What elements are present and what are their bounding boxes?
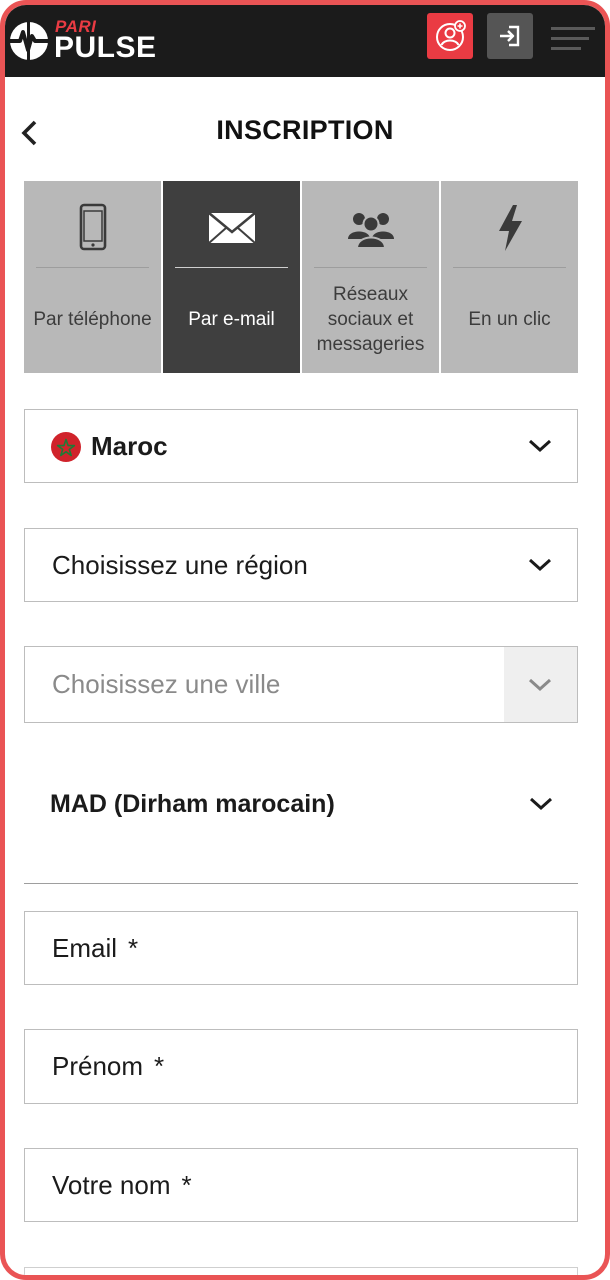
- chevron-down-icon: [528, 558, 552, 572]
- menu-icon: [551, 27, 595, 50]
- title-row: INSCRIPTION: [5, 77, 605, 183]
- envelope-icon: [207, 211, 256, 244]
- first-name-label-text: Prénom: [52, 1051, 144, 1081]
- email-field[interactable]: Email *: [24, 911, 578, 985]
- tab-label: En un clic: [468, 308, 551, 330]
- next-field-partial[interactable]: [24, 1267, 578, 1275]
- required-mark: *: [154, 1051, 165, 1081]
- city-select[interactable]: Choisissez une ville: [24, 646, 578, 723]
- logo-mark-icon: [10, 22, 48, 60]
- tab-divider: [175, 267, 288, 268]
- tab-phone[interactable]: Par téléphone: [24, 181, 163, 373]
- tab-label: Réseaux sociaux et messageries: [316, 283, 425, 355]
- login-button[interactable]: [487, 13, 533, 59]
- page-title: INSCRIPTION: [216, 115, 394, 145]
- registration-method-tabs: Par téléphone Par e-mail Réseaux sociaux…: [24, 181, 578, 373]
- currency-value: MAD (Dirham marocain): [50, 789, 335, 818]
- tab-email[interactable]: Par e-mail: [163, 181, 302, 373]
- required-mark: *: [128, 932, 139, 963]
- user-add-icon: [436, 20, 466, 51]
- required-mark: *: [181, 1169, 192, 1200]
- brand-logo[interactable]: PARI PULSE: [7, 15, 177, 65]
- tab-label: Par téléphone: [33, 308, 152, 330]
- tab-divider: [36, 267, 149, 268]
- region-select[interactable]: Choisissez une région: [24, 528, 578, 602]
- country-select[interactable]: Maroc: [24, 409, 578, 483]
- email-label: Email *: [52, 912, 138, 984]
- last-name-label-text: Votre nom: [52, 1169, 171, 1200]
- phone-icon: [79, 203, 106, 251]
- region-placeholder: Choisissez une région: [52, 549, 308, 580]
- group-icon: [347, 213, 394, 249]
- city-placeholder: Choisissez une ville: [52, 669, 281, 699]
- tab-social[interactable]: Réseaux sociaux et messageries: [302, 181, 441, 373]
- chevron-down-icon: [528, 678, 552, 691]
- tab-divider: [314, 267, 427, 268]
- city-dropdown-toggle[interactable]: [504, 647, 577, 722]
- currency-select[interactable]: MAD (Dirham marocain): [24, 759, 578, 849]
- last-name-label: Votre nom *: [52, 1149, 192, 1221]
- top-bar: PARI PULSE: [5, 5, 605, 77]
- first-name-field[interactable]: Prénom *: [24, 1029, 578, 1104]
- country-value: Maroc: [91, 430, 168, 461]
- section-divider: [24, 883, 578, 884]
- app-frame: PARI PULSE INSCRIPTION Par téléphone Par…: [0, 0, 610, 1280]
- tab-one-click[interactable]: En un clic: [441, 181, 578, 373]
- lightning-icon: [498, 205, 522, 251]
- login-icon: [500, 25, 520, 47]
- register-button[interactable]: [427, 13, 473, 59]
- first-name-label: Prénom *: [52, 1030, 164, 1103]
- menu-button[interactable]: [545, 19, 595, 59]
- morocco-flag-icon: [51, 432, 81, 462]
- chevron-down-icon: [528, 439, 552, 453]
- last-name-field[interactable]: Votre nom *: [24, 1148, 578, 1222]
- tab-divider: [453, 267, 566, 268]
- logo-text-pulse: PULSE: [54, 31, 157, 64]
- email-label-text: Email: [52, 932, 118, 963]
- chevron-down-icon: [529, 797, 553, 811]
- tab-label: Par e-mail: [188, 308, 275, 330]
